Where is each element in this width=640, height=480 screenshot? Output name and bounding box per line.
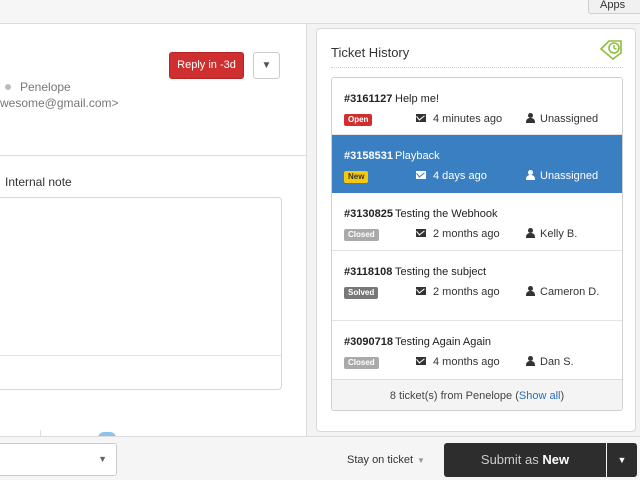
clock-tag-icon [599,40,622,61]
submit-prefix: Submit as [480,452,539,467]
ticket-subject: Help me! [395,93,440,105]
chevron-down-icon: ▼ [617,455,627,465]
ticket-subject: Testing the subject [395,266,487,278]
stay-on-ticket-dropdown[interactable]: Stay on ticket ▼ [347,454,425,466]
envelope-icon [416,171,426,179]
envelope-icon [416,287,426,295]
requester-name[interactable]: Penelope [20,80,71,94]
comment-footer-divider [0,355,281,356]
chevron-down-icon: ▼ [98,454,107,464]
ticket-time: 4 days ago [416,170,487,182]
bottom-bar: ▼ Stay on ticket ▼ Submit as New ▼ [0,436,640,480]
ticket-number: #3090718 [344,336,393,348]
envelope-icon [416,114,426,122]
time-label: 2 months ago [433,286,500,298]
apply-macro-select[interactable]: ▼ [0,443,117,476]
status-badge: Closed [344,357,379,369]
requester-dot-icon [5,84,11,90]
ticket-history-card: Ticket History #3161127 Help me! Open 4 … [316,28,636,432]
person-icon [526,356,535,366]
ticket-row[interactable]: #3118108 Testing the subject Solved 2 mo… [332,251,622,321]
assignee-name: Unassigned [540,113,599,125]
ticket-number: #3161127 [344,93,393,105]
assignee-name: Cameron D. [540,286,600,298]
submit-menu-button[interactable]: ▼ [607,443,637,477]
submit-button[interactable]: Submit as New [444,443,606,477]
time-label: 4 months ago [433,356,500,368]
ticket-time: 4 minutes ago [416,113,502,125]
status-badge: Solved [344,287,379,299]
history-title: Ticket History [331,45,410,60]
context-panel: Ticket History #3161127 Help me! Open 4 … [316,24,640,432]
assignee-name: Kelly B. [540,228,578,240]
ticket-count-suffix: ) [560,390,565,402]
ticket-row[interactable]: #3158531 Playback New 4 days ago Unassig… [332,135,622,193]
person-icon [526,170,535,180]
requester-email: wesome@gmail.com> [0,96,119,110]
ticket-subject: Testing Again Again [395,336,492,348]
apps-button[interactable]: Apps [588,0,640,14]
ticket-history-list: #3161127 Help me! Open 4 minutes ago Una… [331,77,623,411]
stay-label: Stay on ticket [347,454,414,466]
ticket-assignee: Dan S. [526,356,620,369]
reply-button[interactable]: Reply in -3d [169,52,244,79]
person-icon [526,228,535,238]
person-icon [526,113,535,123]
ticket-number: #3158531 [344,150,393,162]
chevron-down-icon: ▼ [417,456,425,465]
ticket-subject: Playback [395,150,440,162]
person-icon [526,286,535,296]
ticket-time: 2 months ago [416,228,500,240]
ticket-time: 4 months ago [416,356,500,368]
status-badge: Open [344,114,373,126]
assignee-name: Unassigned [540,170,599,182]
ticket-number: #3118108 [344,266,393,278]
divider [0,155,307,156]
ticket-assignee: Cameron D. [526,286,604,299]
internal-note-tab[interactable]: Internal note [5,175,72,189]
comment-textarea[interactable] [0,197,282,390]
ticket-row[interactable]: #3130825 Testing the Webhook Closed 2 mo… [332,193,622,251]
ticket-row[interactable]: #3161127 Help me! Open 4 minutes ago Una… [332,78,622,135]
show-all-link[interactable]: Show all [519,390,561,402]
ticket-assignee: Unassigned [526,170,620,183]
envelope-icon [416,229,426,237]
ticket-count-footer: 8 ticket(s) from Penelope (Show all) [332,379,622,410]
top-bar: Apps [0,0,640,24]
ticket-subject: Testing the Webhook [395,208,498,220]
ticket-number: #3130825 [344,208,393,220]
status-badge: Closed [344,229,379,241]
submit-status: New [542,452,570,467]
assignee-name: Dan S. [540,356,574,368]
status-badge: New [344,171,369,183]
reply-menu-button[interactable]: ▼ [253,52,280,79]
time-label: 4 days ago [433,170,487,182]
time-label: 4 minutes ago [433,113,503,125]
ticket-time: 2 months ago [416,286,500,298]
ticket-assignee: Kelly B. [526,228,620,241]
ticket-main-pane: Reply in -3d ▼ Penelope wesome@gmail.com… [0,24,307,438]
history-divider [331,67,623,68]
ticket-row[interactable]: #3090718 Testing Again Again Closed 4 mo… [332,321,622,379]
ticket-assignee: Unassigned [526,113,620,126]
ticket-count-text: 8 ticket(s) from Penelope ( [389,390,519,402]
time-label: 2 months ago [433,228,500,240]
envelope-icon [416,357,426,365]
chevron-down-icon: ▼ [261,60,272,71]
